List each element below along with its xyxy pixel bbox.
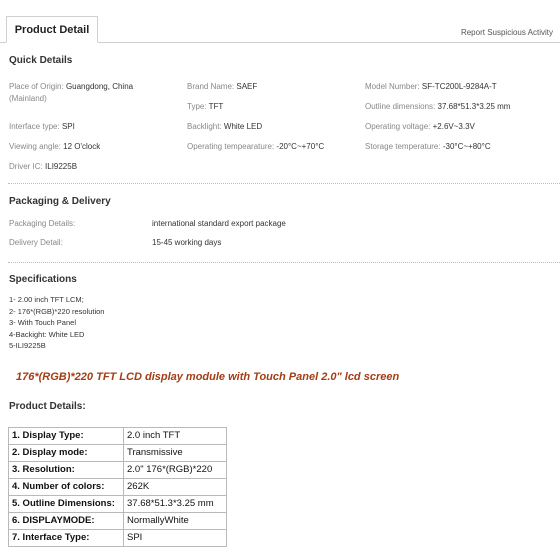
place-of-origin: Place of Origin: Guangdong, China — [9, 81, 133, 93]
driver-ic-label: Driver IC: — [9, 162, 43, 171]
packaging-details-label: Packaging Details: — [9, 219, 76, 228]
table-row: 2. Display mode: Transmissive — [8, 444, 227, 462]
type-label: Type: — [187, 102, 207, 111]
brand-name-value: SAEF — [236, 82, 258, 91]
driver-ic: Driver IC: ILI9225B — [9, 161, 77, 173]
backlight-label: Backlight: — [187, 122, 222, 131]
section-divider — [8, 262, 560, 263]
spec-line: 1- 2.00 inch TFT LCM; — [9, 295, 84, 304]
viewing-angle-label: Viewing angle: — [9, 142, 61, 151]
interface-type-value: SPI — [61, 122, 75, 131]
outline-dimensions: Outline dimensions: 37.68*51.3*3.25 mm — [365, 101, 510, 113]
section-divider — [8, 183, 560, 184]
tab-bar: Product Detail Report Suspicious Activit… — [0, 0, 560, 43]
detail-key: 4. Number of colors: — [8, 478, 124, 496]
operating-temperature-value: -20°C~+70°C — [276, 142, 325, 151]
detail-value: 2.0 inch TFT — [123, 427, 227, 445]
place-of-origin-line2: (Mainland) — [9, 93, 47, 105]
operating-voltage-value: +2.6V~3.3V — [432, 122, 475, 131]
detail-value: SPI — [123, 529, 227, 547]
table-row: 3. Resolution: 2.0" 176*(RGB)*220 — [8, 461, 227, 479]
type: Type: TFT — [187, 101, 223, 113]
table-row: 1. Display Type: 2.0 inch TFT — [8, 427, 227, 445]
place-of-origin-label: Place of Origin: — [9, 82, 64, 91]
brand-name-label: Brand Name: — [187, 82, 235, 91]
type-value: TFT — [208, 102, 224, 111]
spec-line: 2- 176*(RGB)*220 resolution — [9, 306, 105, 316]
spec-line: 5-ILI9225B — [9, 341, 46, 350]
table-row: 4. Number of colors: 262K — [8, 478, 227, 496]
storage-temperature: Storage temperature: -30°C~+80°C — [365, 141, 491, 153]
packaging-details-value: international standard export package — [152, 219, 286, 228]
detail-key: 3. Resolution: — [8, 461, 124, 479]
product-details-title: Product Details: — [9, 401, 86, 412]
outline-dimensions-value: 37.68*51.3*3.25 mm — [437, 102, 511, 111]
table-row: 6. DISPLAYMODE: NormallyWhite — [8, 512, 227, 530]
specifications-list: 1- 2.00 inch TFT LCM; 2- 176*(RGB)*220 r… — [9, 294, 104, 352]
detail-value: NormallyWhite — [123, 512, 227, 530]
product-detail-page: Product Detail Report Suspicious Activit… — [0, 0, 560, 547]
operating-temperature-label: Operating tempearature: — [187, 142, 275, 151]
detail-key: 2. Display mode: — [8, 444, 124, 462]
product-details-table: 1. Display Type: 2.0 inch TFT 2. Display… — [8, 427, 227, 547]
model-number-value: SF-TC200L-9284A-T — [421, 82, 497, 91]
delivery-detail-label: Delivery Detail: — [9, 238, 63, 247]
interface-type-label: Interface type: — [9, 122, 60, 131]
detail-value: 37.68*51.3*3.25 mm — [123, 495, 227, 513]
detail-value: 2.0" 176*(RGB)*220 — [123, 461, 227, 479]
model-number-label: Model Number: — [365, 82, 420, 91]
storage-temperature-value: -30°C~+80°C — [442, 142, 491, 151]
tab-product-detail[interactable]: Product Detail — [6, 16, 98, 43]
packaging-delivery-title: Packaging & Delivery — [9, 196, 111, 207]
storage-temperature-label: Storage temperature: — [365, 142, 441, 151]
interface-type: Interface type: SPI — [9, 121, 75, 133]
operating-voltage-label: Operating voltage: — [365, 122, 431, 131]
backlight-value: White LED — [223, 122, 263, 131]
outline-dimensions-label: Outline dimensions: — [365, 102, 436, 111]
delivery-detail-value: 15-45 working days — [152, 238, 222, 247]
place-of-origin-line2-text: (Mainland) — [9, 94, 47, 103]
spec-line: 4-Backight: White LED — [9, 329, 85, 339]
detail-key: 5. Outline Dimensions: — [8, 495, 124, 513]
report-suspicious-activity-link[interactable]: Report Suspicious Activity — [461, 28, 553, 37]
operating-temperature: Operating tempearature: -20°C~+70°C — [187, 141, 324, 153]
brand-name: Brand Name: SAEF — [187, 81, 257, 93]
driver-ic-value: ILI9225B — [45, 162, 78, 171]
place-of-origin-value: Guangdong, China — [65, 82, 134, 91]
product-headline: 176*(RGB)*220 TFT LCD display module wit… — [16, 371, 400, 383]
detail-key: 1. Display Type: — [8, 427, 124, 445]
backlight: Backlight: White LED — [187, 121, 262, 133]
detail-key: 7. Interface Type: — [8, 529, 124, 547]
operating-voltage: Operating voltage: +2.6V~3.3V — [365, 121, 475, 133]
specifications-title: Specifications — [9, 274, 77, 285]
detail-key: 6. DISPLAYMODE: — [8, 512, 124, 530]
detail-value: 262K — [123, 478, 227, 496]
quick-details-title: Quick Details — [9, 55, 73, 66]
table-row: 7. Interface Type: SPI — [8, 529, 227, 547]
model-number: Model Number: SF-TC200L-9284A-T — [365, 81, 497, 93]
viewing-angle-value: 12 O'clock — [63, 142, 101, 151]
viewing-angle: Viewing angle: 12 O'clock — [9, 141, 100, 153]
spec-line: 3- With Touch Panel — [9, 318, 76, 327]
detail-value: Transmissive — [123, 444, 227, 462]
table-row: 5. Outline Dimensions: 37.68*51.3*3.25 m… — [8, 495, 227, 513]
